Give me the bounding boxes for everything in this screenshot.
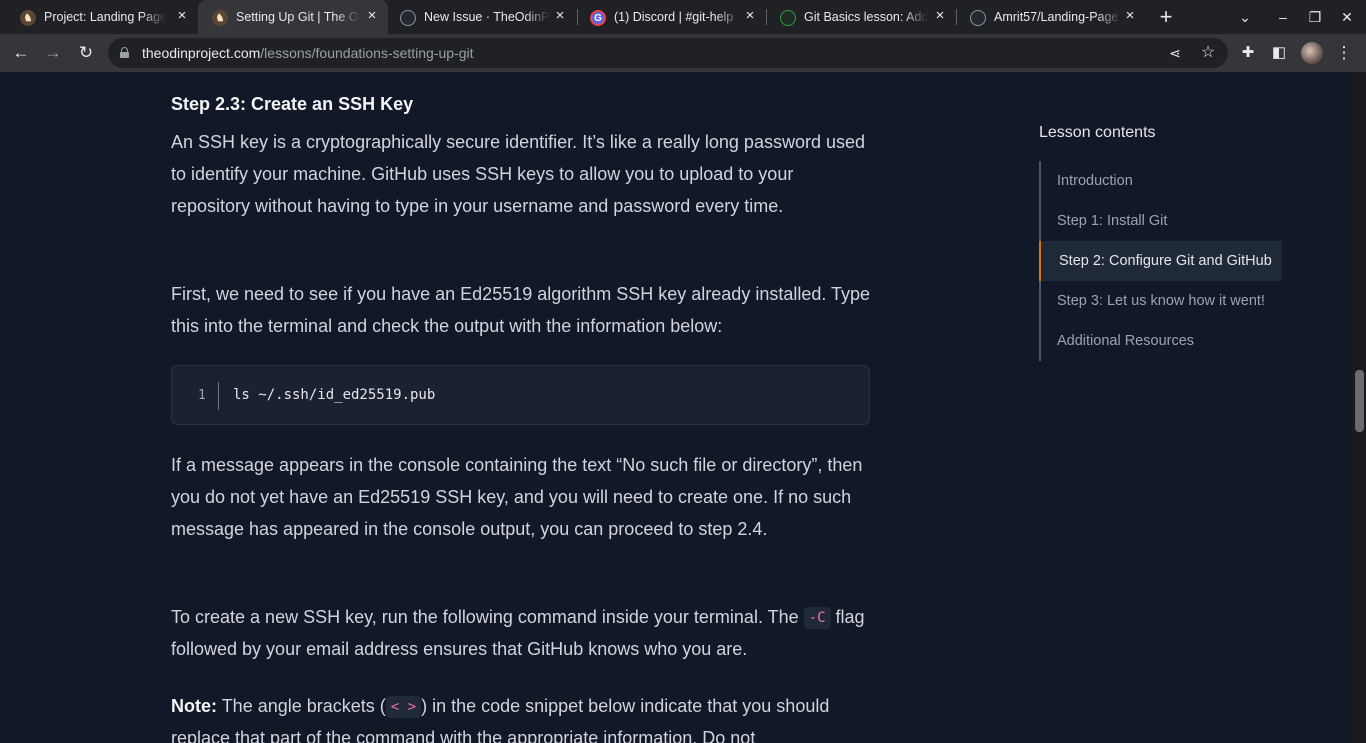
back-arrow-icon[interactable]: ← xyxy=(10,42,32,64)
lesson-contents-title: Lesson contents xyxy=(1039,124,1156,141)
close-icon[interactable]: × xyxy=(1122,8,1138,24)
tab-git-basics[interactable]: Git Basics lesson: Add × xyxy=(766,0,956,34)
menu-kebab-icon[interactable]: ⋮ xyxy=(1333,42,1355,64)
discord-icon: G xyxy=(590,10,606,26)
lesson-contents-nav: Introduction Step 1: Install Git Step 2:… xyxy=(1039,161,1289,361)
toc-item-introduction[interactable]: Introduction xyxy=(1041,161,1284,201)
reload-icon[interactable]: ↻ xyxy=(75,42,97,64)
new-tab-plus-icon[interactable]: + xyxy=(1156,6,1176,28)
tab-search-chevron-icon[interactable]: ⌄ xyxy=(1235,7,1255,27)
paragraph-check-key: First, we need to see if you have an Ed2… xyxy=(171,284,871,336)
address-bar[interactable]: theodinproject.com/lessons/foundations-s… xyxy=(108,38,1228,68)
paragraph-text: To create a new SSH key, run the followi… xyxy=(171,607,799,627)
tab-setting-up-git[interactable]: ♞ Setting Up Git | The Odin × xyxy=(198,0,388,34)
toc-item-additional-resources[interactable]: Additional Resources xyxy=(1041,321,1284,361)
extensions-puzzle-icon[interactable]: ✚ xyxy=(1237,42,1259,64)
paragraph-create-key: To create a new SSH key, run the followi… xyxy=(171,601,871,665)
tab-title: Setting Up Git | The Odin xyxy=(236,10,360,24)
restore-icon[interactable]: ❐ xyxy=(1305,7,1325,27)
toc-item-configure-git[interactable]: Step 2: Configure Git and GitHub xyxy=(1039,241,1282,281)
tab-title: New Issue · TheOdinProject xyxy=(424,10,550,24)
paragraph-text: The angle brackets ( xyxy=(221,696,386,716)
url-text[interactable]: theodinproject.com/lessons/foundations-s… xyxy=(142,45,474,61)
share-icon[interactable]: ⋖ xyxy=(1164,42,1186,64)
tab-title: Amrit57/Landing-Page xyxy=(994,10,1119,24)
github-icon xyxy=(780,10,796,26)
odin-icon: ♞ xyxy=(212,10,228,26)
inline-code-flag: -C xyxy=(803,607,831,629)
paragraph-no-such-file: If a message appears in the console cont… xyxy=(171,455,863,539)
tab-landing-page[interactable]: ♞ Project: Landing Page | T × xyxy=(6,0,196,34)
code-line[interactable]: ls ~/.ssh/id_ed25519.pub xyxy=(233,386,435,404)
tab-title: (1) Discord | #git-help xyxy=(614,10,734,24)
code-block[interactable]: 1 ls ~/.ssh/id_ed25519.pub xyxy=(171,365,870,425)
code-gutter xyxy=(218,382,219,410)
close-icon[interactable]: × xyxy=(932,8,948,24)
close-icon[interactable]: × xyxy=(364,8,380,24)
page-scrollbar[interactable] xyxy=(1352,72,1366,743)
tab-title: Project: Landing Page | T xyxy=(44,10,166,24)
toc-item-let-us-know[interactable]: Step 3: Let us know how it went! xyxy=(1041,281,1284,321)
bookmark-star-icon[interactable]: ☆ xyxy=(1197,42,1219,64)
tab-title: Git Basics lesson: Add xyxy=(804,10,928,24)
github-icon xyxy=(400,10,416,26)
paragraph-note: Note: The angle brackets (< >) in the co… xyxy=(171,690,871,743)
close-icon[interactable]: × xyxy=(742,8,758,24)
lock-icon[interactable] xyxy=(120,47,129,58)
line-number: 1 xyxy=(198,388,206,403)
tab-discord[interactable]: G (1) Discord | #git-help × xyxy=(576,0,766,34)
note-label: Note: xyxy=(171,696,217,716)
close-icon[interactable]: × xyxy=(174,8,190,24)
inline-code-brackets: < > xyxy=(385,696,422,718)
minimize-icon[interactable]: – xyxy=(1273,7,1293,27)
profile-avatar[interactable] xyxy=(1301,42,1323,64)
side-panel-icon[interactable]: ◧ xyxy=(1268,42,1290,64)
section-heading: Step 2.3: Create an SSH Key xyxy=(171,94,414,114)
forward-arrow-icon[interactable]: → xyxy=(42,42,64,64)
tab-amrit-landing[interactable]: Amrit57/Landing-Page × xyxy=(956,0,1146,34)
toc-item-install-git[interactable]: Step 1: Install Git xyxy=(1041,201,1284,241)
close-window-icon[interactable]: ✕ xyxy=(1337,7,1357,27)
scrollbar-thumb[interactable] xyxy=(1355,370,1364,432)
odin-icon: ♞ xyxy=(20,10,36,26)
browser-toolbar: ← → ↻ theodinproject.com/lessons/foundat… xyxy=(0,34,1366,72)
github-icon xyxy=(970,10,986,26)
tab-new-issue[interactable]: New Issue · TheOdinProject × xyxy=(386,0,576,34)
lesson-page: Step 2.3: Create an SSH Key An SSH key i… xyxy=(0,72,1352,743)
tab-strip: ♞ Project: Landing Page | T × ♞ Setting … xyxy=(0,0,1366,34)
close-icon[interactable]: × xyxy=(552,8,568,24)
paragraph-ssh-intro: An SSH key is a cryptographically secure… xyxy=(171,132,866,216)
